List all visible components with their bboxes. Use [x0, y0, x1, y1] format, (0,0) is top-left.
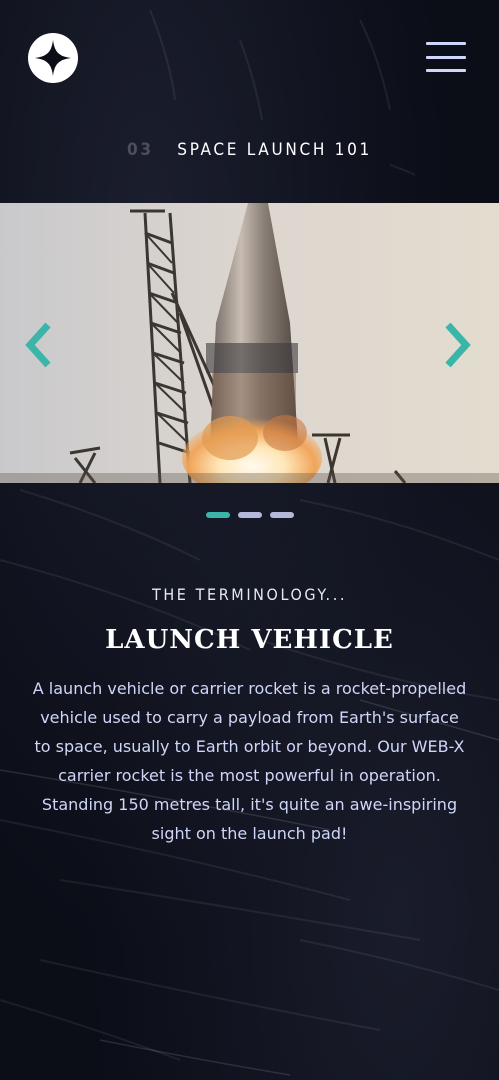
space-background: [0, 0, 499, 1080]
carousel-dot-3[interactable]: [269, 512, 294, 518]
launch-vehicle-photo: [0, 203, 499, 483]
hamburger-menu-button[interactable]: [426, 42, 466, 72]
terminology-section: THE TERMINOLOGY... LAUNCH VEHICLE A laun…: [0, 580, 499, 848]
carousel-pagination: [0, 512, 499, 520]
carousel-dot-2[interactable]: [237, 512, 262, 518]
carousel-prev-button[interactable]: [22, 321, 54, 369]
terminology-eyebrow: THE TERMINOLOGY...: [151, 585, 348, 604]
site-header: [0, 0, 499, 120]
logo[interactable]: [28, 33, 78, 83]
hamburger-icon: [426, 42, 466, 45]
carousel-next-button[interactable]: [442, 321, 474, 369]
terminology-title: LAUNCH VEHICLE: [105, 625, 394, 655]
page-number: 03: [127, 140, 154, 160]
chevron-left-icon: [25, 322, 51, 368]
chevron-right-icon: [445, 322, 471, 368]
carousel-dot-1[interactable]: [205, 512, 230, 518]
terminology-description: A launch vehicle or carrier rocket is a …: [32, 679, 467, 843]
star-trails: [0, 9, 499, 1076]
page-heading: 03 SPACE LAUNCH 101: [0, 140, 499, 160]
launch-vehicle-carousel: [0, 203, 499, 483]
page-title: SPACE LAUNCH 101: [177, 140, 372, 160]
four-point-star-icon: [35, 40, 71, 76]
